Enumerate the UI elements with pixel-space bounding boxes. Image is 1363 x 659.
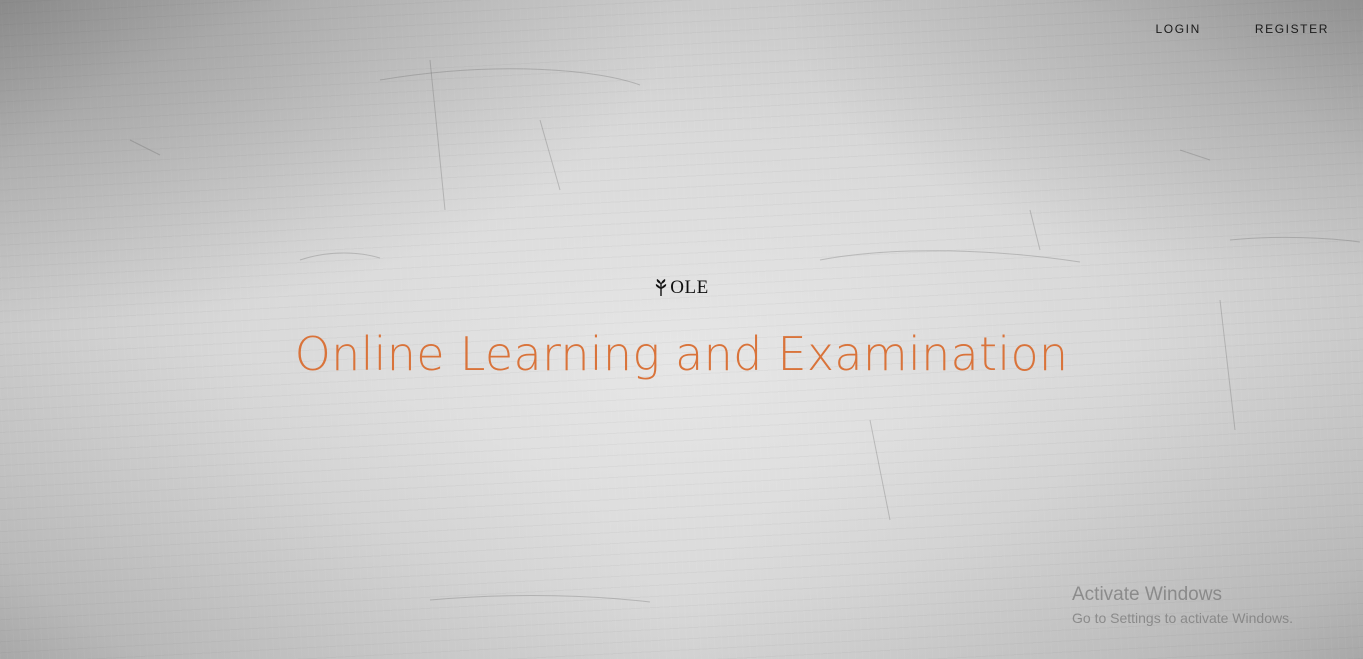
brand-name: OLE — [670, 277, 709, 298]
brand-logo: OLE — [0, 278, 1363, 298]
top-nav: LOGIN REGISTER — [1156, 20, 1330, 38]
page-title: Online Learning and Examination — [294, 327, 1069, 381]
sprout-icon — [654, 279, 668, 297]
activate-windows-watermark: Activate Windows Go to Settings to activ… — [1072, 584, 1293, 628]
register-link[interactable]: REGISTER — [1255, 20, 1329, 38]
watermark-subtitle: Go to Settings to activate Windows. — [1072, 610, 1293, 626]
watermark-title: Activate Windows — [1072, 584, 1222, 605]
login-link[interactable]: LOGIN — [1156, 20, 1201, 38]
